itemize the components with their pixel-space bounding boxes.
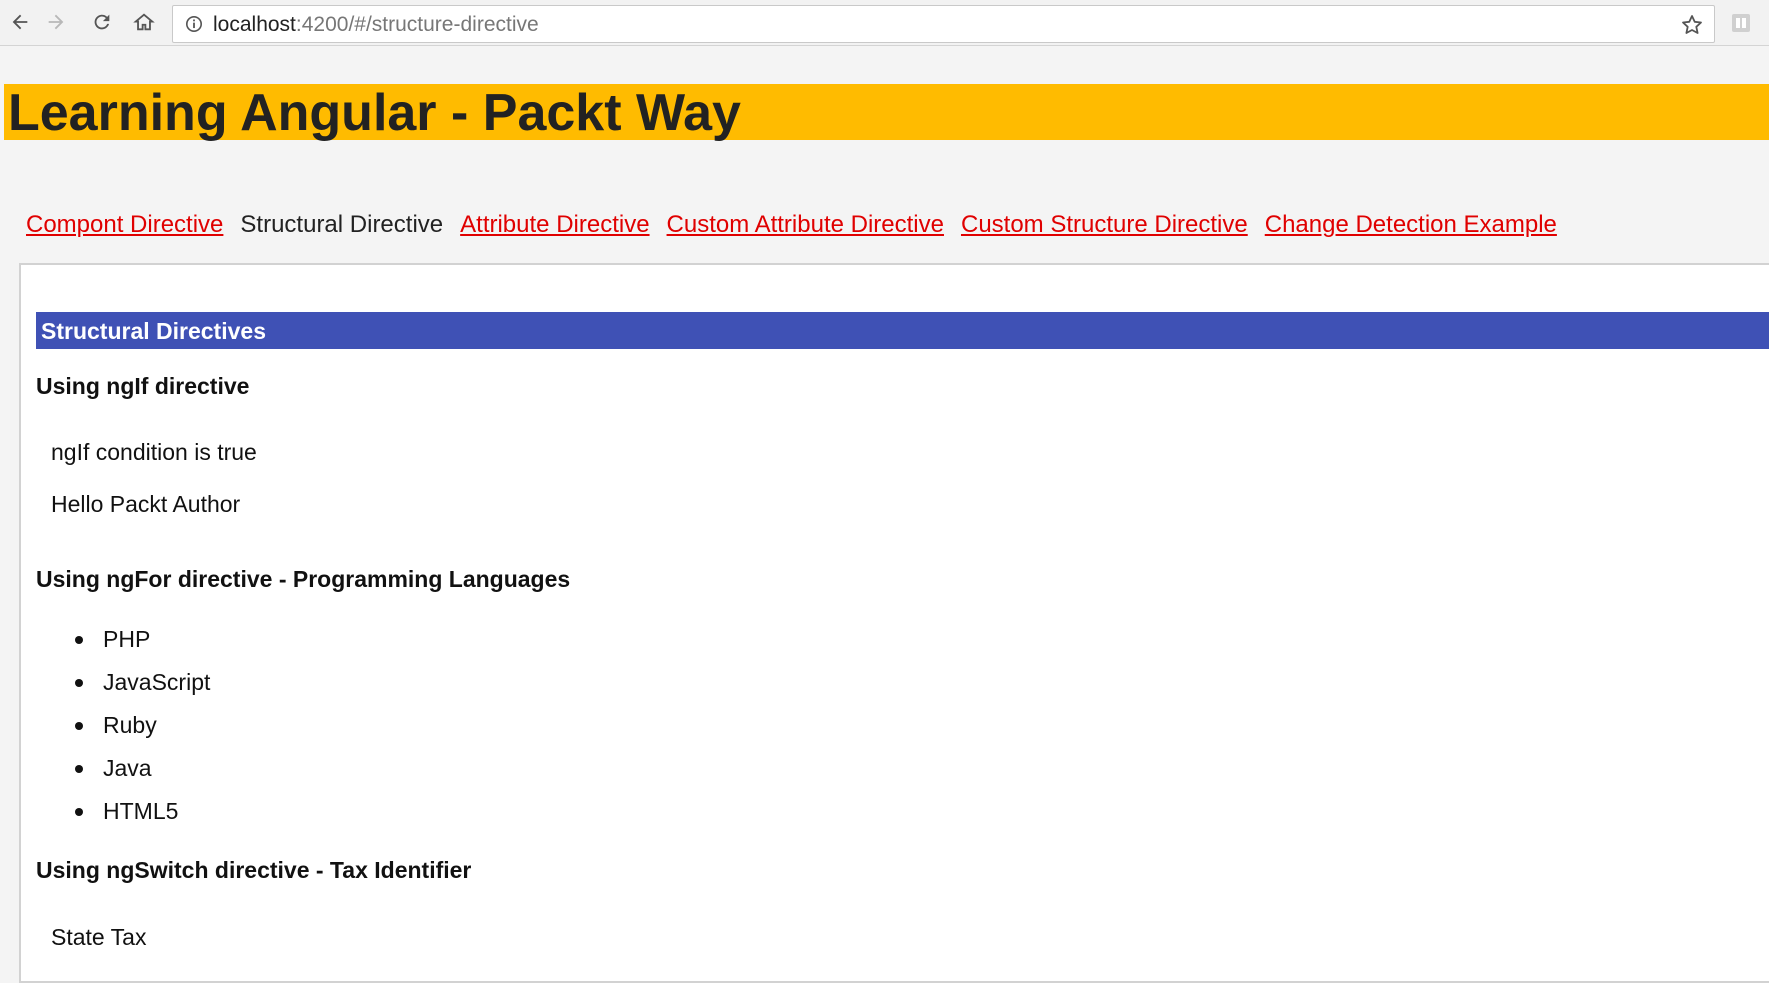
ngswitch-result-text: State Tax bbox=[51, 924, 147, 950]
forward-icon[interactable] bbox=[42, 8, 70, 36]
bullet bbox=[75, 808, 83, 816]
extension-icon[interactable] bbox=[1730, 12, 1752, 34]
list-item: JavaScript bbox=[0, 668, 210, 711]
main-nav: Compont Directive Structural Directive Att… bbox=[26, 210, 1574, 240]
ngif-condition-text: ngIf condition is true bbox=[51, 439, 257, 465]
ngfor-heading: Using ngFor directive - Programming Lang… bbox=[36, 566, 571, 592]
url-text: localhost:4200/#/structure-directive bbox=[213, 13, 539, 36]
section-header: Structural Directives bbox=[36, 312, 1769, 349]
address-bar[interactable]: localhost:4200/#/structure-directive bbox=[172, 5, 1715, 43]
nav-link-compont-directive[interactable]: Compont Directive bbox=[26, 211, 223, 238]
nav-link-attribute-directive[interactable]: Attribute Directive bbox=[460, 211, 649, 238]
list-item-label: Java bbox=[103, 755, 152, 781]
bullet bbox=[75, 765, 83, 773]
bullet bbox=[75, 722, 83, 730]
bullet bbox=[75, 679, 83, 687]
nav-item-structural-directive[interactable]: Structural Directive bbox=[240, 211, 443, 238]
bullet bbox=[75, 636, 83, 644]
list-item-label: PHP bbox=[103, 626, 151, 652]
star-icon[interactable] bbox=[1680, 13, 1704, 37]
back-icon[interactable] bbox=[6, 8, 34, 36]
nav-link-custom-structure-directive[interactable]: Custom Structure Directive bbox=[961, 211, 1248, 238]
list-item: PHP bbox=[0, 625, 210, 668]
app-title: Learning Angular - Packt Way bbox=[8, 84, 741, 142]
nav-link-custom-attribute-directive[interactable]: Custom Attribute Directive bbox=[667, 211, 944, 238]
reload-icon[interactable] bbox=[88, 8, 116, 36]
list-item-label: JavaScript bbox=[103, 669, 211, 695]
browser-toolbar: localhost:4200/#/structure-directive bbox=[0, 0, 1769, 46]
ngif-heading: Using ngIf directive bbox=[36, 373, 250, 399]
list-item-label: Ruby bbox=[103, 712, 157, 738]
list-item-label: HTML5 bbox=[103, 798, 179, 824]
info-icon[interactable] bbox=[185, 15, 203, 33]
app-header: Learning Angular - Packt Way bbox=[4, 84, 1769, 140]
ngif-greeting-text: Hello Packt Author bbox=[51, 491, 241, 517]
language-list: PHP JavaScript Ruby Java HTML5 bbox=[0, 625, 210, 840]
list-item: Ruby bbox=[0, 711, 210, 754]
nav-link-change-detection-example[interactable]: Change Detection Example bbox=[1265, 211, 1557, 238]
list-item: Java bbox=[0, 754, 210, 797]
home-icon[interactable] bbox=[130, 8, 158, 36]
ngswitch-heading: Using ngSwitch directive - Tax Identifie… bbox=[36, 857, 472, 883]
list-item: HTML5 bbox=[0, 797, 210, 840]
section-title: Structural Directives bbox=[41, 318, 266, 344]
